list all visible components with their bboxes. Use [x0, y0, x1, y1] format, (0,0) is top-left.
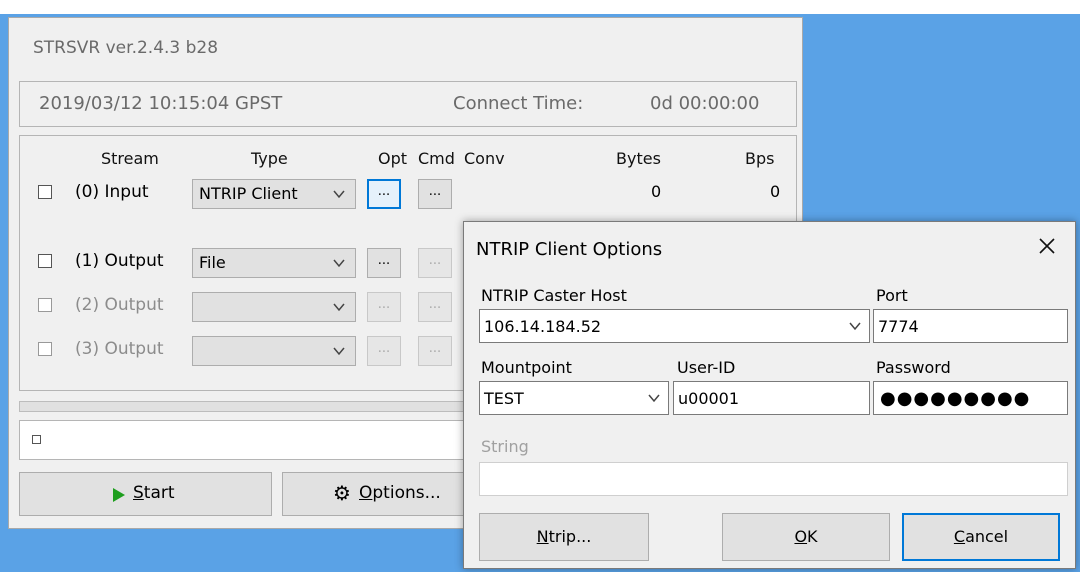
stream-0-bytes: 0	[651, 182, 662, 201]
stream-0-cmd-button[interactable]: ...	[418, 179, 452, 209]
port-label: Port	[876, 286, 908, 305]
host-label: NTRIP Caster Host	[481, 286, 627, 305]
stream-0-bps: 0	[770, 182, 781, 201]
ntrip-label: trip...	[548, 527, 592, 546]
string-input[interactable]	[479, 462, 1068, 496]
password-input[interactable]: ●●●●●●●●●	[873, 381, 1068, 415]
stream-3-checkbox[interactable]	[38, 342, 52, 356]
options-button[interactable]: ⚙ Options...	[282, 472, 472, 516]
header-stream: Stream	[101, 149, 159, 168]
gear-icon: ⚙	[333, 481, 351, 505]
stream-row-input-0: (0) Input NTRIP Client ... ... 0 0	[20, 179, 796, 209]
chevron-down-icon	[849, 322, 861, 331]
stream-0-opt-button[interactable]: ...	[367, 179, 401, 209]
cancel-label: ancel	[965, 527, 1009, 546]
chevron-down-icon	[333, 303, 345, 312]
mountpoint-label: Mountpoint	[481, 358, 572, 377]
options-label: ptions...	[372, 483, 441, 503]
chevron-down-icon	[333, 347, 345, 356]
header-bps: Bps	[745, 149, 775, 168]
stream-3-opt-button[interactable]: ...	[367, 336, 401, 366]
ntrip-accel: N	[536, 527, 549, 546]
status-indicator	[32, 435, 41, 444]
stream-3-label: (3) Output	[75, 339, 164, 359]
user-id-value: u00001	[678, 389, 740, 408]
chevron-down-icon	[333, 190, 345, 199]
stream-1-opt-button[interactable]: ...	[367, 248, 401, 278]
stream-1-type-select[interactable]: File	[192, 248, 356, 278]
header-type: Type	[251, 149, 288, 168]
stream-2-checkbox[interactable]	[38, 298, 52, 312]
mountpoint-value: TEST	[484, 389, 524, 408]
play-icon	[113, 488, 125, 502]
stream-2-type-select[interactable]	[192, 292, 356, 322]
start-button[interactable]: Start	[19, 472, 272, 516]
start-label: tart	[143, 483, 175, 503]
password-label: Password	[876, 358, 951, 377]
mountpoint-combo[interactable]: TEST	[479, 381, 669, 415]
status-time-bar: 2019/03/12 10:15:04 GPST Connect Time: 0…	[19, 81, 797, 127]
cancel-accel: C	[953, 527, 966, 546]
host-combo[interactable]: 106.14.184.52	[479, 309, 870, 343]
user-id-label: User-ID	[677, 358, 736, 377]
connect-time-value: 0d 00:00:00	[650, 93, 760, 114]
close-icon[interactable]	[1035, 234, 1059, 258]
stream-3-type-select[interactable]	[192, 336, 356, 366]
user-id-input[interactable]: u00001	[673, 381, 870, 415]
start-accel: S	[133, 483, 144, 503]
string-label: String	[481, 437, 529, 456]
ok-button[interactable]: OK	[722, 513, 890, 561]
stream-3-cmd-button[interactable]: ...	[418, 336, 452, 366]
stream-2-opt-button[interactable]: ...	[367, 292, 401, 322]
stream-2-cmd-button[interactable]: ...	[418, 292, 452, 322]
stream-1-type-value: File	[199, 253, 226, 272]
port-input[interactable]: 7774	[873, 309, 1068, 343]
ok-label: K	[807, 527, 818, 546]
header-opt: Opt	[378, 149, 408, 168]
stream-1-checkbox[interactable]	[38, 254, 52, 268]
ntrip-client-options-dialog: NTRIP Client Options NTRIP Caster Host 1…	[463, 221, 1076, 569]
stream-0-type-select[interactable]: NTRIP Client	[192, 179, 356, 209]
chevron-down-icon	[648, 394, 660, 403]
desktop-top-strip	[0, 0, 1080, 14]
stream-0-type-value: NTRIP Client	[199, 184, 298, 203]
ntrip-button[interactable]: Ntrip...	[479, 513, 649, 561]
current-datetime: 2019/03/12 10:15:04 GPST	[39, 93, 283, 114]
stream-1-label: (1) Output	[75, 251, 164, 271]
header-conv: Conv	[464, 149, 505, 168]
cancel-button[interactable]: Cancel	[902, 513, 1060, 561]
dialog-title: NTRIP Client Options	[476, 239, 663, 260]
window-title: STRSVR ver.2.4.3 b28	[33, 38, 219, 58]
chevron-down-icon	[333, 259, 345, 268]
header-bytes: Bytes	[616, 149, 661, 168]
options-accel: O	[359, 483, 373, 503]
stream-2-label: (2) Output	[75, 295, 164, 315]
stream-1-cmd-button[interactable]: ...	[418, 248, 452, 278]
port-value: 7774	[878, 317, 919, 336]
stream-0-checkbox[interactable]	[38, 185, 52, 199]
ok-accel: O	[794, 527, 808, 546]
stream-0-label: (0) Input	[75, 182, 149, 202]
header-cmd: Cmd	[418, 149, 455, 168]
password-mask: ●●●●●●●●●	[880, 388, 1031, 409]
connect-time-label: Connect Time:	[453, 93, 584, 114]
host-value: 106.14.184.52	[484, 317, 602, 336]
